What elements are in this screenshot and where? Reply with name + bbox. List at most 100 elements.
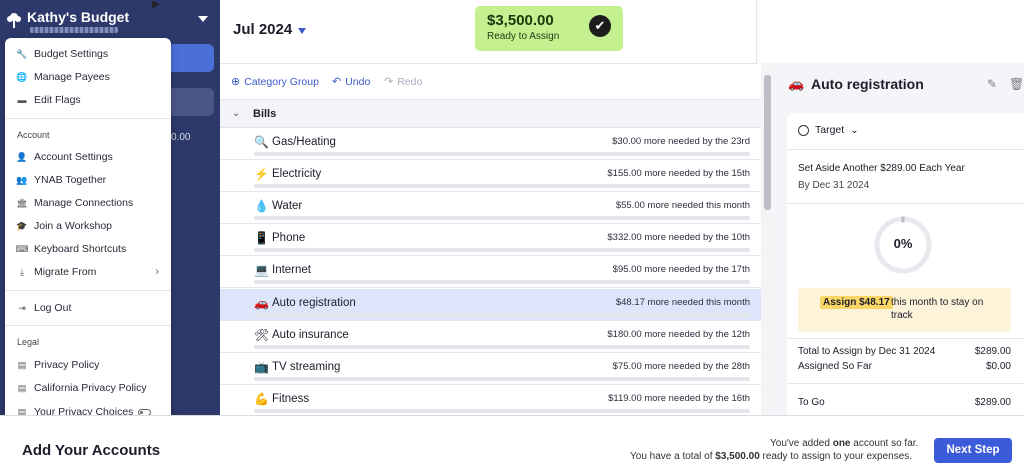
menu-item-budget-settings[interactable]: 🔧 Budget Settings bbox=[5, 44, 171, 64]
menu-item-ynab-together[interactable]: 👥 YNAB Together bbox=[5, 170, 171, 190]
assign-amount-pill[interactable]: Assign $48.17 bbox=[820, 296, 893, 309]
chevron-down-icon: ⌄ bbox=[850, 124, 859, 136]
divider bbox=[787, 338, 1024, 339]
menu-item-edit-flags[interactable]: ▬ Edit Flags bbox=[5, 90, 171, 110]
table-scrollbar[interactable] bbox=[761, 63, 775, 415]
category-progress-bar bbox=[254, 216, 750, 221]
undo-button[interactable]: ↶ Undo bbox=[332, 75, 370, 89]
redo-button[interactable]: ↷ Redo bbox=[384, 75, 422, 89]
category-name: Auto registration bbox=[272, 296, 356, 309]
flag-icon: ▬ bbox=[17, 95, 27, 105]
category-needed-amount: $48.17 more needed this month bbox=[615, 296, 750, 308]
category-row[interactable]: 🚗 Auto registration $48.17 more needed thi… bbox=[220, 288, 761, 321]
category-name: Internet bbox=[272, 264, 311, 277]
globe-icon: 🌐 bbox=[16, 71, 28, 82]
category-row[interactable]: 💧 Water $55.00 more needed this month bbox=[220, 192, 761, 225]
menu-item-keyboard-shortcuts[interactable]: ⌨ Keyboard Shortcuts bbox=[5, 239, 171, 259]
category-group-row[interactable]: ⌄ Bills bbox=[220, 99, 761, 128]
menu-section-account: Account bbox=[17, 130, 50, 140]
category-progress-bar bbox=[254, 280, 750, 285]
category-row[interactable]: 📺 TV streaming $75.00 more needed by the 2… bbox=[220, 353, 761, 385]
add-category-group-button[interactable]: ⊕ Category Group bbox=[231, 75, 319, 89]
menu-divider bbox=[5, 290, 171, 291]
budget-switcher[interactable]: Kathy's Budget bbox=[0, 0, 220, 40]
assign-suggestion: Assign $48.17 this month to stay on trac… bbox=[798, 288, 1011, 332]
next-step-button[interactable]: Next Step bbox=[934, 438, 1012, 463]
car-icon: 🚗 bbox=[788, 76, 805, 91]
category-emoji-icon: 📺 bbox=[254, 359, 269, 374]
category-emoji-icon: 💻 bbox=[254, 263, 269, 278]
category-emoji-icon: 📱 bbox=[254, 231, 269, 246]
category-name: TV streaming bbox=[272, 360, 341, 373]
category-progress-bar bbox=[254, 376, 750, 381]
budget-menu-dropdown: 🔧 Budget Settings 🌐 Manage Payees ▬ Edit… bbox=[5, 38, 171, 431]
chevron-right-icon: › bbox=[155, 266, 159, 278]
category-emoji-icon: 💪 bbox=[254, 391, 269, 406]
category-needed-amount: $180.00 more needed by the 12th bbox=[607, 328, 750, 340]
menu-section-legal: Legal bbox=[17, 337, 40, 347]
menu-divider bbox=[5, 118, 171, 119]
assign-suggestion-text: this month to stay on bbox=[891, 297, 984, 308]
category-emoji-icon: 🔍 bbox=[254, 135, 269, 149]
month-selector[interactable]: Jul 2024 bbox=[233, 21, 292, 38]
category-progress-bar bbox=[254, 152, 750, 156]
divider bbox=[787, 383, 1024, 384]
document-icon: ▤ bbox=[17, 382, 27, 393]
menu-item-california-privacy[interactable]: ▤ California Privacy Policy bbox=[5, 378, 171, 398]
logout-icon: ⇥ bbox=[18, 302, 26, 313]
sidebar-nav-active[interactable] bbox=[170, 44, 214, 72]
onboarding-bar: Add Your Accounts You've added one accou… bbox=[0, 415, 1024, 465]
category-progress-bar bbox=[254, 312, 750, 317]
ready-to-assign-panel[interactable]: $3,500.00 Ready to Assign ✔ bbox=[475, 6, 623, 51]
category-progress-bar bbox=[254, 344, 750, 349]
target-description: Set Aside Another $289.00 Each Year bbox=[798, 163, 965, 174]
bank-icon: 🏛 bbox=[16, 197, 28, 208]
chevron-down-icon[interactable]: ⌄ bbox=[232, 108, 240, 119]
category-progress-bar bbox=[254, 408, 750, 413]
menu-item-manage-connections[interactable]: 🏛 Manage Connections bbox=[5, 193, 171, 213]
progress-percent: 0% bbox=[893, 236, 913, 251]
checkmark-icon: ✔ bbox=[589, 15, 611, 37]
category-needed-amount: $119.00 more needed by the 16th bbox=[608, 392, 750, 404]
caret-down-icon[interactable] bbox=[198, 16, 208, 22]
caret-down-icon[interactable] bbox=[298, 28, 306, 34]
sidebar-nav-item[interactable] bbox=[170, 88, 214, 116]
sidebar-account-balance: 0.00 bbox=[171, 132, 191, 143]
category-name: Auto insurance bbox=[272, 328, 349, 341]
category-row[interactable]: 💻 Internet $95.00 more needed by the 17th bbox=[220, 256, 761, 289]
divider bbox=[787, 149, 1024, 150]
category-needed-amount: $55.00 more needed this month bbox=[615, 200, 750, 212]
category-progress-bar bbox=[254, 184, 750, 189]
undo-icon: ↶ bbox=[332, 76, 342, 88]
graduation-cap-icon: 🎓 bbox=[16, 220, 28, 231]
category-row[interactable]: 💪 Fitness $119.00 more needed by the 16th bbox=[220, 385, 761, 415]
category-needed-amount: $155.00 more needed by the 15th bbox=[607, 168, 750, 180]
menu-item-privacy-policy[interactable]: ▤ Privacy Policy bbox=[5, 355, 171, 375]
onboarding-total-text: You have a total of $3,500.00 ready to a… bbox=[630, 451, 913, 462]
category-row[interactable]: 🔍 Gas/Heating $30.00 more needed by the 23… bbox=[220, 128, 761, 160]
scrollbar-thumb[interactable] bbox=[764, 75, 771, 210]
document-icon: ▤ bbox=[17, 359, 27, 370]
ready-to-assign-amount: $3,500.00 bbox=[487, 12, 554, 29]
category-name: Water bbox=[272, 200, 303, 213]
clock-icon bbox=[798, 124, 809, 136]
user-email-redacted bbox=[30, 27, 118, 33]
total-to-assign-row: Total to Assign by Dec 31 2024 $289.00 bbox=[798, 346, 1011, 357]
category-row[interactable]: 📱 Phone $332.00 more needed by the 10th bbox=[220, 224, 761, 257]
menu-item-migrate-from[interactable]: ⤓ Migrate From › bbox=[5, 262, 171, 282]
category-needed-amount: $95.00 more needed by the 17th bbox=[612, 264, 750, 276]
ready-to-assign-label: Ready to Assign bbox=[487, 31, 560, 42]
pencil-icon[interactable]: ✎ bbox=[987, 77, 997, 91]
category-name: Phone bbox=[272, 232, 306, 245]
menu-item-log-out[interactable]: ⇥ Log Out bbox=[5, 298, 171, 318]
menu-item-join-workshop[interactable]: 🎓 Join a Workshop bbox=[5, 216, 171, 236]
menu-item-manage-payees[interactable]: 🌐 Manage Payees bbox=[5, 67, 171, 87]
divider bbox=[787, 203, 1024, 204]
category-row[interactable]: 🛠 Auto insurance $180.00 more needed by th… bbox=[220, 321, 761, 353]
trash-icon[interactable]: 🗑 bbox=[1009, 77, 1024, 91]
target-toggle[interactable]: Target ⌄ bbox=[798, 124, 859, 136]
wrench-icon: 🔧 bbox=[16, 48, 28, 59]
category-row[interactable]: ⚡ Electricity $155.00 more needed by the 1… bbox=[220, 160, 761, 193]
tree-logo-icon bbox=[7, 13, 21, 28]
menu-item-account-settings[interactable]: 👤 Account Settings bbox=[5, 147, 171, 167]
